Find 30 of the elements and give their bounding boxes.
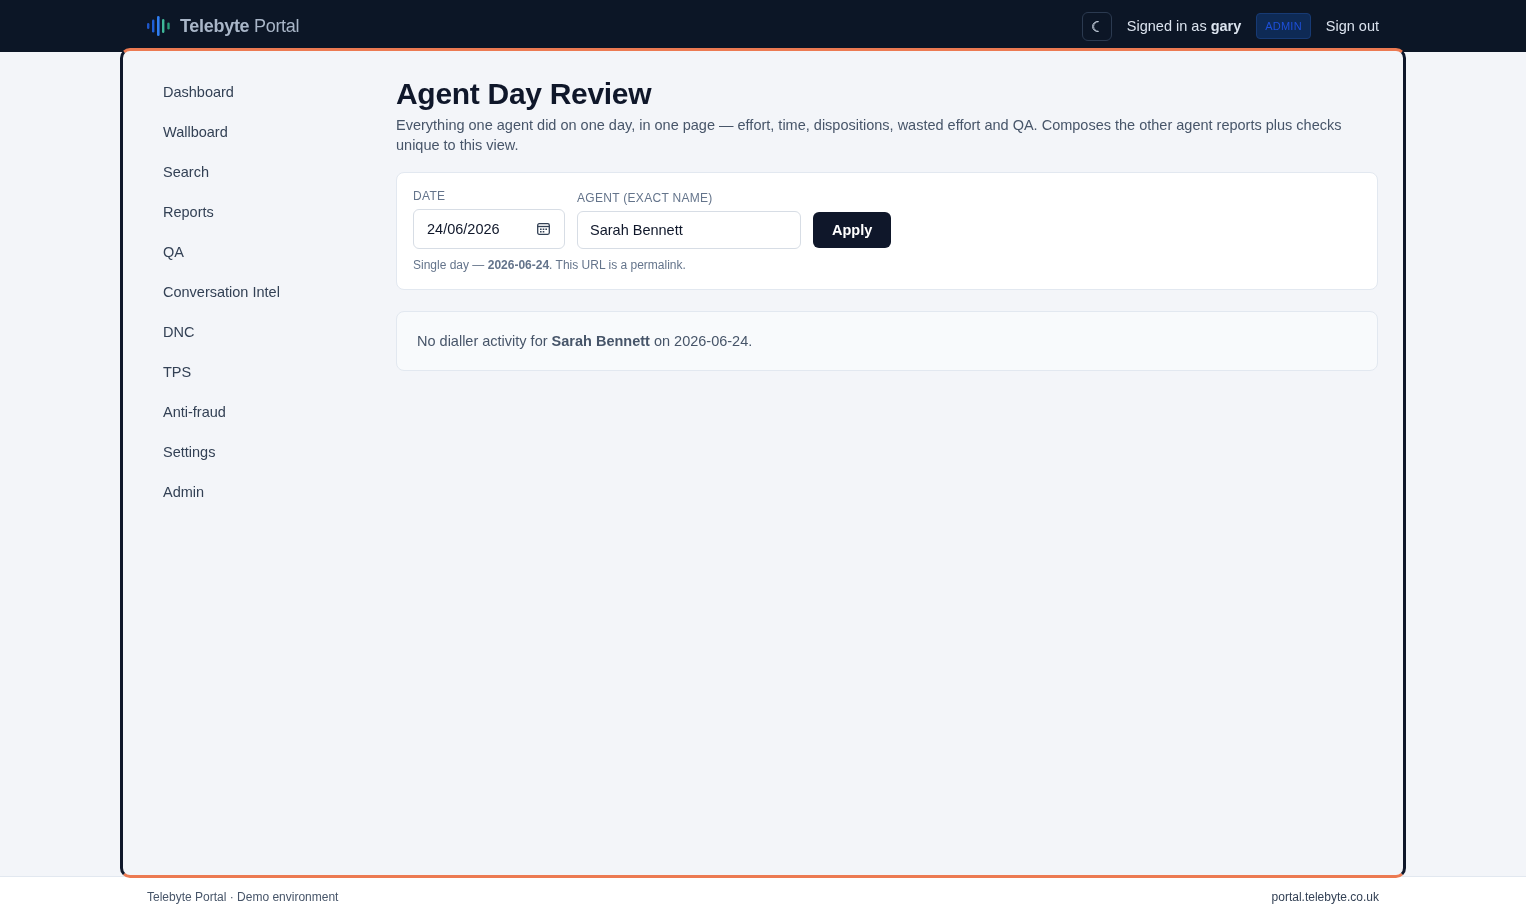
sidebar-nav-link[interactable]: QA bbox=[151, 232, 196, 272]
sidebar-nav-link[interactable]: Conversation Intel bbox=[151, 272, 292, 312]
sidebar-nav-link[interactable]: Search bbox=[151, 152, 221, 192]
signed-in-user: Signed in as gary bbox=[1126, 18, 1242, 34]
page-title: Agent Day Review bbox=[396, 76, 653, 112]
date-field[interactable]: 24/06/2026 bbox=[413, 209, 565, 249]
empty-result-message: No dialler activity for Sarah Bennett on 2026-06-24. bbox=[417, 333, 753, 349]
field-label: DATE bbox=[413, 188, 447, 204]
sidebar-nav-link[interactable]: Wallboard bbox=[151, 112, 240, 152]
sidebar-nav-link[interactable]: Dashboard bbox=[151, 72, 246, 112]
agent-name-field[interactable]: Sarah Bennett bbox=[577, 211, 801, 249]
page-description: Everything one agent did on one day, in one page — effort, time, dispositions, wasted effort and QA. Composes the other agent reports plus checks unique to this view. bbox=[396, 116, 1343, 155]
sign-out-link[interactable]: Sign out bbox=[1325, 18, 1379, 34]
sidebar-nav-link[interactable]: TPS bbox=[151, 352, 204, 392]
footer-url: portal.telebyte.co.uk bbox=[1271, 889, 1379, 904]
field-label: AGENT (EXACT NAME) bbox=[577, 190, 714, 206]
calendar-icon[interactable] bbox=[537, 223, 550, 235]
apply-button[interactable]: Apply bbox=[813, 212, 892, 248]
theme-toggle-button[interactable] bbox=[1081, 11, 1112, 41]
sidebar-nav-link[interactable]: Settings bbox=[151, 432, 228, 472]
moon-icon bbox=[1092, 20, 1102, 32]
brand-name: Telebyte Portal bbox=[180, 15, 300, 37]
role-badge: ADMIN bbox=[1256, 13, 1311, 39]
sidebar-nav-link[interactable]: Anti-fraud bbox=[151, 392, 238, 432]
sidebar-nav-link[interactable]: Reports bbox=[151, 192, 226, 232]
sidebar-nav-link[interactable]: Admin bbox=[151, 472, 217, 512]
footer-text: Telebyte Portal · Demo environment bbox=[147, 889, 339, 904]
sidebar-nav-link[interactable]: DNC bbox=[151, 312, 207, 352]
filter-hint: Single day — 2026-06-24. This URL is a permalink. bbox=[413, 257, 687, 273]
sound-bars-logo-icon bbox=[147, 16, 170, 36]
